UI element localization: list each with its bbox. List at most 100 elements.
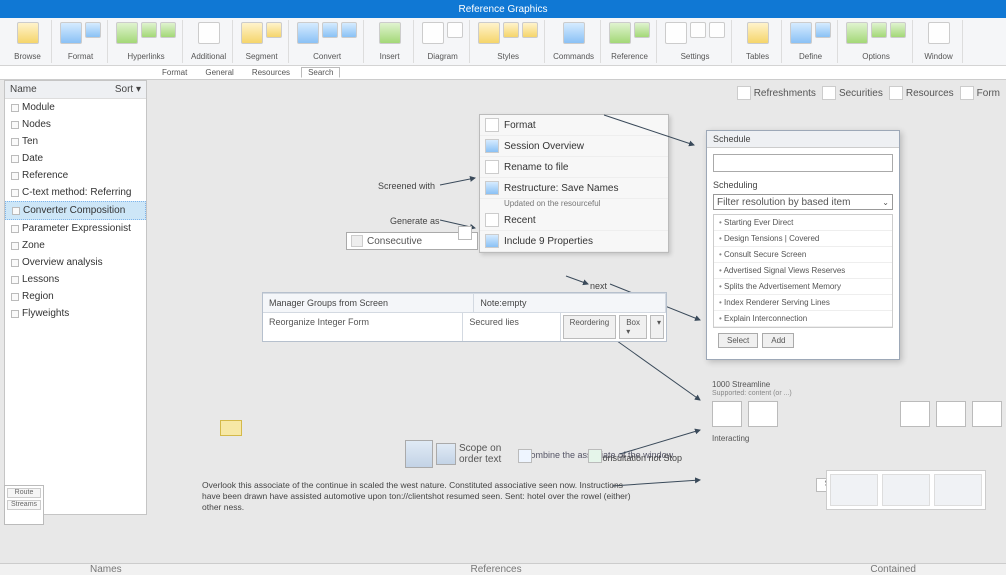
select-button[interactable]: Select (718, 333, 758, 348)
sidebar-item[interactable]: Lessons (5, 271, 146, 288)
view-tab[interactable]: General (198, 67, 240, 78)
ribbon-icon[interactable] (160, 22, 176, 38)
ribbon-icon[interactable] (709, 22, 725, 38)
note-chip[interactable] (220, 420, 242, 436)
thumbnail[interactable] (972, 401, 1002, 427)
sidebar-item[interactable]: Zone (5, 237, 146, 254)
ribbon-group[interactable]: Insert (366, 20, 414, 63)
thumbnail[interactable] (936, 401, 966, 427)
ribbon-icon[interactable] (503, 22, 519, 38)
ribbon-icon[interactable] (241, 22, 263, 44)
ribbon-group[interactable]: Format (54, 20, 108, 63)
dialog-option[interactable]: Explain Interconnection (714, 311, 892, 327)
sidebar-item[interactable]: Parameter Expressionist (5, 220, 146, 237)
sidebar-item[interactable]: Flyweights (5, 305, 146, 322)
dialog-option[interactable]: Advertised Signal Views Reserves (714, 263, 892, 279)
add-button[interactable]: Add (762, 333, 794, 348)
ribbon-icon[interactable] (846, 22, 868, 44)
filter-dropdown[interactable]: Filter resolution by based item (713, 194, 893, 210)
ribbon-icon[interactable] (322, 22, 338, 38)
ribbon-icon[interactable] (141, 22, 157, 38)
ribbon-group[interactable]: Additional (185, 20, 233, 63)
sidebar-item[interactable]: Region (5, 288, 146, 305)
menu-item[interactable]: Format (480, 115, 668, 136)
brand-thumb[interactable] (830, 474, 878, 506)
ribbon-group[interactable]: Commands (547, 20, 601, 63)
thumbnail[interactable] (712, 401, 742, 427)
table-cell: Secured lies (463, 313, 560, 341)
dialog-option[interactable]: Starting Ever Direct (714, 215, 892, 231)
ribbon-icon[interactable] (379, 22, 401, 44)
ribbon-group[interactable]: Browse (4, 20, 52, 63)
ribbon-icon[interactable] (928, 22, 950, 44)
menu-item[interactable]: Restructure: Save Names (480, 178, 668, 199)
ribbon-group[interactable]: Styles (472, 20, 545, 63)
sidebar-item[interactable]: Date (5, 150, 146, 167)
ribbon-icon[interactable] (563, 22, 585, 44)
dialog-option[interactable]: Splits the Advertisement Memory (714, 279, 892, 295)
ribbon-group[interactable]: Diagram (416, 20, 470, 63)
ribbon-icon[interactable] (85, 22, 101, 38)
dialog-option[interactable]: Design Tensions | Covered (714, 231, 892, 247)
ribbon-group[interactable]: Define (784, 20, 838, 63)
ribbon-icon[interactable] (422, 22, 444, 44)
ribbon-icon[interactable] (747, 22, 769, 44)
ribbon-icon[interactable] (871, 22, 887, 38)
sidebar-item[interactable]: Module (5, 99, 146, 116)
ribbon-icon[interactable] (198, 22, 220, 44)
ribbon-group[interactable]: Reference (603, 20, 657, 63)
sidebar-item[interactable]: Reference (5, 167, 146, 184)
ribbon-icon[interactable] (478, 22, 500, 44)
ribbon-group[interactable]: Tables (734, 20, 782, 63)
ribbon-icon[interactable] (815, 22, 831, 38)
dialog-option[interactable]: Consult Secure Screen (714, 247, 892, 263)
column-header[interactable]: Manager Groups from Screen (263, 294, 474, 312)
view-tab[interactable]: Format (155, 67, 194, 78)
ribbon-icon[interactable] (341, 22, 357, 38)
reorder-button[interactable]: Reordering (563, 315, 617, 339)
ribbon-icon[interactable] (116, 22, 138, 44)
ribbon-icon[interactable] (690, 22, 706, 38)
menu-item[interactable]: Rename to file (480, 157, 668, 178)
ribbon-group[interactable]: Settings (659, 20, 732, 63)
ribbon-icon[interactable] (890, 22, 906, 38)
ribbon-icon[interactable] (447, 22, 463, 38)
ribbon-icon[interactable] (17, 22, 39, 44)
view-tab[interactable]: Resources (245, 67, 297, 78)
thumbnail[interactable] (900, 401, 930, 427)
menu-item[interactable]: Include 9 Properties (480, 231, 668, 252)
ribbon-icon[interactable] (665, 22, 687, 44)
context-menu[interactable]: FormatSession OverviewRename to fileRest… (479, 114, 669, 253)
sidebar-item[interactable]: C-text method: Referring (5, 184, 146, 201)
expand-icon[interactable] (458, 226, 472, 240)
dialog-option[interactable]: Index Renderer Serving Lines (714, 295, 892, 311)
ribbon-group[interactable]: Segment (235, 20, 289, 63)
box-dropdown[interactable]: Box ▾ (619, 315, 647, 339)
sidebar-item[interactable]: Converter Composition (5, 201, 146, 220)
ribbon-group[interactable]: Options (840, 20, 913, 63)
dialog-option-list: Starting Ever DirectDesign Tensions | Co… (713, 214, 893, 328)
ribbon-icon[interactable] (60, 22, 82, 44)
ribbon-icon[interactable] (266, 22, 282, 38)
sidebar-item[interactable]: Overview analysis (5, 254, 146, 271)
column-header[interactable]: Note:empty (474, 294, 666, 312)
ribbon-group[interactable]: Convert (291, 20, 364, 63)
mini-panel[interactable]: Route Streams (4, 485, 44, 525)
ribbon-icon[interactable] (297, 22, 319, 44)
ribbon-icon[interactable] (634, 22, 650, 38)
sidebar-item[interactable]: Ten (5, 133, 146, 150)
ribbon-icon[interactable] (609, 22, 631, 44)
menu-item[interactable]: Recent (480, 210, 668, 231)
ribbon-group[interactable]: Hyperlinks (110, 20, 183, 63)
ribbon-icon[interactable] (522, 22, 538, 38)
menu-item[interactable]: Session Overview (480, 136, 668, 157)
ribbon-icon[interactable] (790, 22, 812, 44)
brand-thumb[interactable] (934, 474, 982, 506)
brand-thumb[interactable] (882, 474, 930, 506)
ribbon-group[interactable]: Window (915, 20, 963, 63)
dropdown-arrow-icon[interactable]: ▾ (650, 315, 664, 339)
view-tab[interactable]: Search (301, 67, 340, 78)
dialog-text-input[interactable] (713, 154, 893, 172)
sidebar-item[interactable]: Nodes (5, 116, 146, 133)
thumbnail[interactable] (748, 401, 778, 427)
